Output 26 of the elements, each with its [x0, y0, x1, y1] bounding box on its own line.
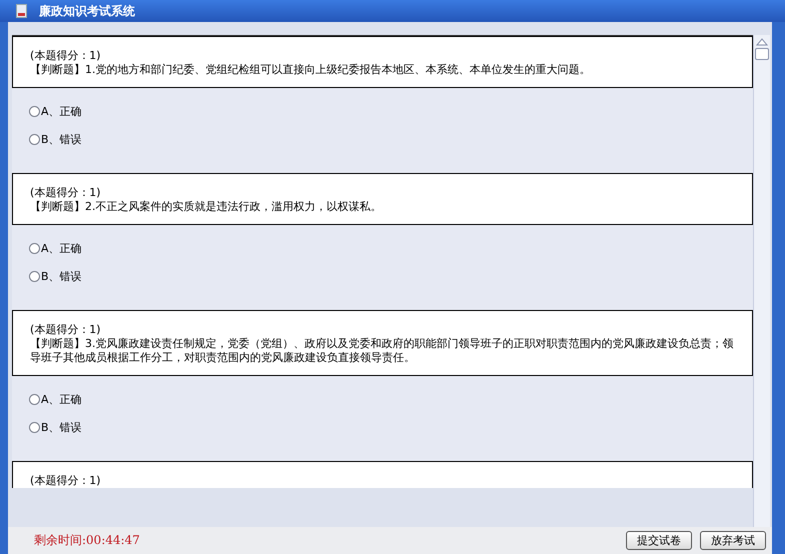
radio-button[interactable] [29, 134, 40, 145]
question-text: 【判断题】2.不正之风案件的实质就是违法行政，滥用权力，以权谋私。 [30, 200, 382, 214]
question-text: 【判断题】1.党的地方和部门纪委、党组纪检组可以直接向上级纪委报告本地区、本系统、本单位发生的重大问题。 [30, 63, 592, 77]
option-label[interactable]: A、正确 [41, 241, 82, 256]
score-text: (本题得分：1) [30, 474, 102, 488]
score-text: (本题得分：1) [30, 186, 102, 200]
option-label[interactable]: A、正确 [41, 104, 82, 119]
quit-button[interactable]: 放弃考试 [700, 531, 766, 550]
option-label[interactable]: B、错误 [41, 132, 82, 147]
radio-button[interactable] [29, 243, 40, 254]
radio-button[interactable] [29, 422, 40, 433]
radio-button[interactable] [29, 394, 40, 405]
submit-button[interactable]: 提交试卷 [626, 531, 692, 550]
option-label[interactable]: B、错误 [41, 269, 82, 284]
score-text: (本题得分：1) [30, 323, 102, 337]
score-text: (本题得分：1) [30, 49, 102, 63]
question-text: 【判断题】3.党风廉政建设责任制规定，党委（党组）、政府以及党委和政府的职能部门领导班子的正职对职责范围内的党风廉政建设负总责；领导班子其他成员根据工作分工，对职责范围内的党风廉政建设负直接领导责任。 [30, 337, 734, 365]
scroll-up-button[interactable] [755, 37, 769, 47]
countdown-timer: 剩余时间:00:44:47 [34, 532, 141, 549]
option-label[interactable]: A、正确 [41, 392, 82, 407]
radio-button[interactable] [29, 106, 40, 117]
option-label[interactable]: B、错误 [41, 420, 82, 435]
scrollbar-thumb[interactable] [755, 48, 769, 60]
window-title: 廉政知识考试系统 [39, 2, 135, 20]
document-icon [16, 4, 27, 18]
radio-button[interactable] [29, 271, 40, 282]
